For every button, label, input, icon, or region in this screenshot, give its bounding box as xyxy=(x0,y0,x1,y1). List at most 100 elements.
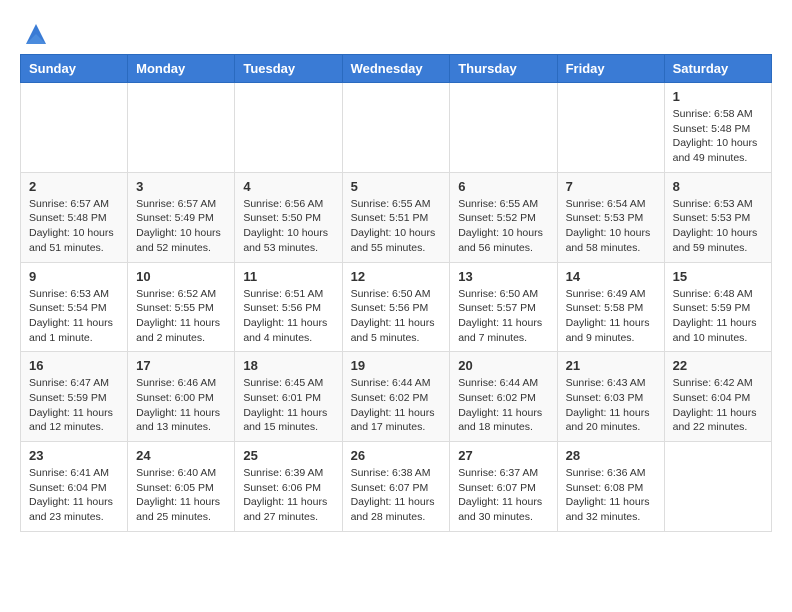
day-number: 27 xyxy=(458,448,548,463)
calendar-week-1: 1 Sunrise: 6:58 AM Sunset: 5:48 PM Daylig… xyxy=(21,83,772,173)
day-number: 10 xyxy=(136,269,226,284)
day-info: Sunrise: 6:56 AM Sunset: 5:50 PM Dayligh… xyxy=(243,197,333,256)
calendar-day: 15 Sunrise: 6:48 AM Sunset: 5:59 PM Dayli… xyxy=(664,262,771,352)
day-number: 6 xyxy=(458,179,548,194)
day-info: Sunrise: 6:40 AM Sunset: 6:05 PM Dayligh… xyxy=(136,466,226,525)
calendar-day: 28 Sunrise: 6:36 AM Sunset: 6:08 PM Dayli… xyxy=(557,442,664,532)
day-info: Sunrise: 6:50 AM Sunset: 5:56 PM Dayligh… xyxy=(351,287,442,346)
day-number: 24 xyxy=(136,448,226,463)
day-info: Sunrise: 6:37 AM Sunset: 6:07 PM Dayligh… xyxy=(458,466,548,525)
day-number: 15 xyxy=(673,269,763,284)
day-number: 19 xyxy=(351,358,442,373)
day-number: 7 xyxy=(566,179,656,194)
day-info: Sunrise: 6:42 AM Sunset: 6:04 PM Dayligh… xyxy=(673,376,763,435)
day-number: 23 xyxy=(29,448,119,463)
day-info: Sunrise: 6:36 AM Sunset: 6:08 PM Dayligh… xyxy=(566,466,656,525)
logo xyxy=(20,20,50,48)
calendar-week-5: 23 Sunrise: 6:41 AM Sunset: 6:04 PM Dayli… xyxy=(21,442,772,532)
calendar-day: 12 Sunrise: 6:50 AM Sunset: 5:56 PM Dayli… xyxy=(342,262,450,352)
calendar-day xyxy=(342,83,450,173)
day-number: 8 xyxy=(673,179,763,194)
page-header xyxy=(20,20,772,48)
day-info: Sunrise: 6:55 AM Sunset: 5:52 PM Dayligh… xyxy=(458,197,548,256)
calendar-day: 14 Sunrise: 6:49 AM Sunset: 5:58 PM Dayli… xyxy=(557,262,664,352)
calendar-day: 4 Sunrise: 6:56 AM Sunset: 5:50 PM Daylig… xyxy=(235,172,342,262)
calendar-day: 20 Sunrise: 6:44 AM Sunset: 6:02 PM Dayli… xyxy=(450,352,557,442)
day-number: 20 xyxy=(458,358,548,373)
weekday-header-row: SundayMondayTuesdayWednesdayThursdayFrid… xyxy=(21,55,772,83)
day-number: 2 xyxy=(29,179,119,194)
day-number: 12 xyxy=(351,269,442,284)
weekday-header-tuesday: Tuesday xyxy=(235,55,342,83)
weekday-header-thursday: Thursday xyxy=(450,55,557,83)
calendar-day: 16 Sunrise: 6:47 AM Sunset: 5:59 PM Dayli… xyxy=(21,352,128,442)
calendar-day: 26 Sunrise: 6:38 AM Sunset: 6:07 PM Dayli… xyxy=(342,442,450,532)
calendar-day xyxy=(235,83,342,173)
day-info: Sunrise: 6:53 AM Sunset: 5:54 PM Dayligh… xyxy=(29,287,119,346)
day-info: Sunrise: 6:45 AM Sunset: 6:01 PM Dayligh… xyxy=(243,376,333,435)
day-number: 16 xyxy=(29,358,119,373)
calendar-day: 19Sunrise: 6:44 AM Sunset: 6:02 PM Dayli… xyxy=(342,352,450,442)
day-number: 25 xyxy=(243,448,333,463)
calendar-day: 23 Sunrise: 6:41 AM Sunset: 6:04 PM Dayli… xyxy=(21,442,128,532)
weekday-header-friday: Friday xyxy=(557,55,664,83)
calendar: SundayMondayTuesdayWednesdayThursdayFrid… xyxy=(20,54,772,532)
calendar-day: 13 Sunrise: 6:50 AM Sunset: 5:57 PM Dayli… xyxy=(450,262,557,352)
calendar-day: 27 Sunrise: 6:37 AM Sunset: 6:07 PM Dayli… xyxy=(450,442,557,532)
day-number: 5 xyxy=(351,179,442,194)
calendar-day: 5 Sunrise: 6:55 AM Sunset: 5:51 PM Daylig… xyxy=(342,172,450,262)
day-info: Sunrise: 6:58 AM Sunset: 5:48 PM Dayligh… xyxy=(673,107,763,166)
day-info: Sunrise: 6:57 AM Sunset: 5:48 PM Dayligh… xyxy=(29,197,119,256)
day-info: Sunrise: 6:38 AM Sunset: 6:07 PM Dayligh… xyxy=(351,466,442,525)
day-info: Sunrise: 6:47 AM Sunset: 5:59 PM Dayligh… xyxy=(29,376,119,435)
calendar-day: 17Sunrise: 6:46 AM Sunset: 6:00 PM Dayli… xyxy=(128,352,235,442)
calendar-day: 10 Sunrise: 6:52 AM Sunset: 5:55 PM Dayli… xyxy=(128,262,235,352)
day-info: Sunrise: 6:51 AM Sunset: 5:56 PM Dayligh… xyxy=(243,287,333,346)
calendar-day: 8 Sunrise: 6:53 AM Sunset: 5:53 PM Daylig… xyxy=(664,172,771,262)
day-number: 13 xyxy=(458,269,548,284)
day-info: Sunrise: 6:53 AM Sunset: 5:53 PM Dayligh… xyxy=(673,197,763,256)
calendar-day: 2 Sunrise: 6:57 AM Sunset: 5:48 PM Daylig… xyxy=(21,172,128,262)
day-number: 9 xyxy=(29,269,119,284)
calendar-day: 1 Sunrise: 6:58 AM Sunset: 5:48 PM Daylig… xyxy=(664,83,771,173)
weekday-header-sunday: Sunday xyxy=(21,55,128,83)
calendar-day: 7 Sunrise: 6:54 AM Sunset: 5:53 PM Daylig… xyxy=(557,172,664,262)
logo-icon xyxy=(22,20,50,48)
day-info: Sunrise: 6:57 AM Sunset: 5:49 PM Dayligh… xyxy=(136,197,226,256)
day-info: Sunrise: 6:48 AM Sunset: 5:59 PM Dayligh… xyxy=(673,287,763,346)
calendar-day xyxy=(128,83,235,173)
weekday-header-saturday: Saturday xyxy=(664,55,771,83)
calendar-day: 24 Sunrise: 6:40 AM Sunset: 6:05 PM Dayli… xyxy=(128,442,235,532)
calendar-day: 11 Sunrise: 6:51 AM Sunset: 5:56 PM Dayli… xyxy=(235,262,342,352)
calendar-day xyxy=(664,442,771,532)
day-number: 26 xyxy=(351,448,442,463)
calendar-week-2: 2 Sunrise: 6:57 AM Sunset: 5:48 PM Daylig… xyxy=(21,172,772,262)
day-number: 21 xyxy=(566,358,656,373)
day-info: Sunrise: 6:39 AM Sunset: 6:06 PM Dayligh… xyxy=(243,466,333,525)
calendar-day: 21Sunrise: 6:43 AM Sunset: 6:03 PM Dayli… xyxy=(557,352,664,442)
day-number: 4 xyxy=(243,179,333,194)
calendar-day: 25 Sunrise: 6:39 AM Sunset: 6:06 PM Dayli… xyxy=(235,442,342,532)
calendar-day: 6 Sunrise: 6:55 AM Sunset: 5:52 PM Daylig… xyxy=(450,172,557,262)
day-number: 11 xyxy=(243,269,333,284)
day-info: Sunrise: 6:52 AM Sunset: 5:55 PM Dayligh… xyxy=(136,287,226,346)
day-info: Sunrise: 6:50 AM Sunset: 5:57 PM Dayligh… xyxy=(458,287,548,346)
calendar-day: 18 Sunrise: 6:45 AM Sunset: 6:01 PM Dayli… xyxy=(235,352,342,442)
calendar-day: 3 Sunrise: 6:57 AM Sunset: 5:49 PM Daylig… xyxy=(128,172,235,262)
day-number: 14 xyxy=(566,269,656,284)
day-info: Sunrise: 6:44 AM Sunset: 6:02 PM Dayligh… xyxy=(458,376,548,435)
calendar-day: 22 Sunrise: 6:42 AM Sunset: 6:04 PM Dayli… xyxy=(664,352,771,442)
day-info: Sunrise: 6:55 AM Sunset: 5:51 PM Dayligh… xyxy=(351,197,442,256)
day-number: 22 xyxy=(673,358,763,373)
day-info: Sunrise: 6:54 AM Sunset: 5:53 PM Dayligh… xyxy=(566,197,656,256)
day-info: Sunrise: 6:49 AM Sunset: 5:58 PM Dayligh… xyxy=(566,287,656,346)
day-number: 18 xyxy=(243,358,333,373)
day-number: 17 xyxy=(136,358,226,373)
calendar-week-4: 16 Sunrise: 6:47 AM Sunset: 5:59 PM Dayli… xyxy=(21,352,772,442)
calendar-day: 9 Sunrise: 6:53 AM Sunset: 5:54 PM Daylig… xyxy=(21,262,128,352)
calendar-day xyxy=(557,83,664,173)
day-number: 28 xyxy=(566,448,656,463)
day-number: 3 xyxy=(136,179,226,194)
day-number: 1 xyxy=(673,89,763,104)
day-info: Sunrise: 6:41 AM Sunset: 6:04 PM Dayligh… xyxy=(29,466,119,525)
